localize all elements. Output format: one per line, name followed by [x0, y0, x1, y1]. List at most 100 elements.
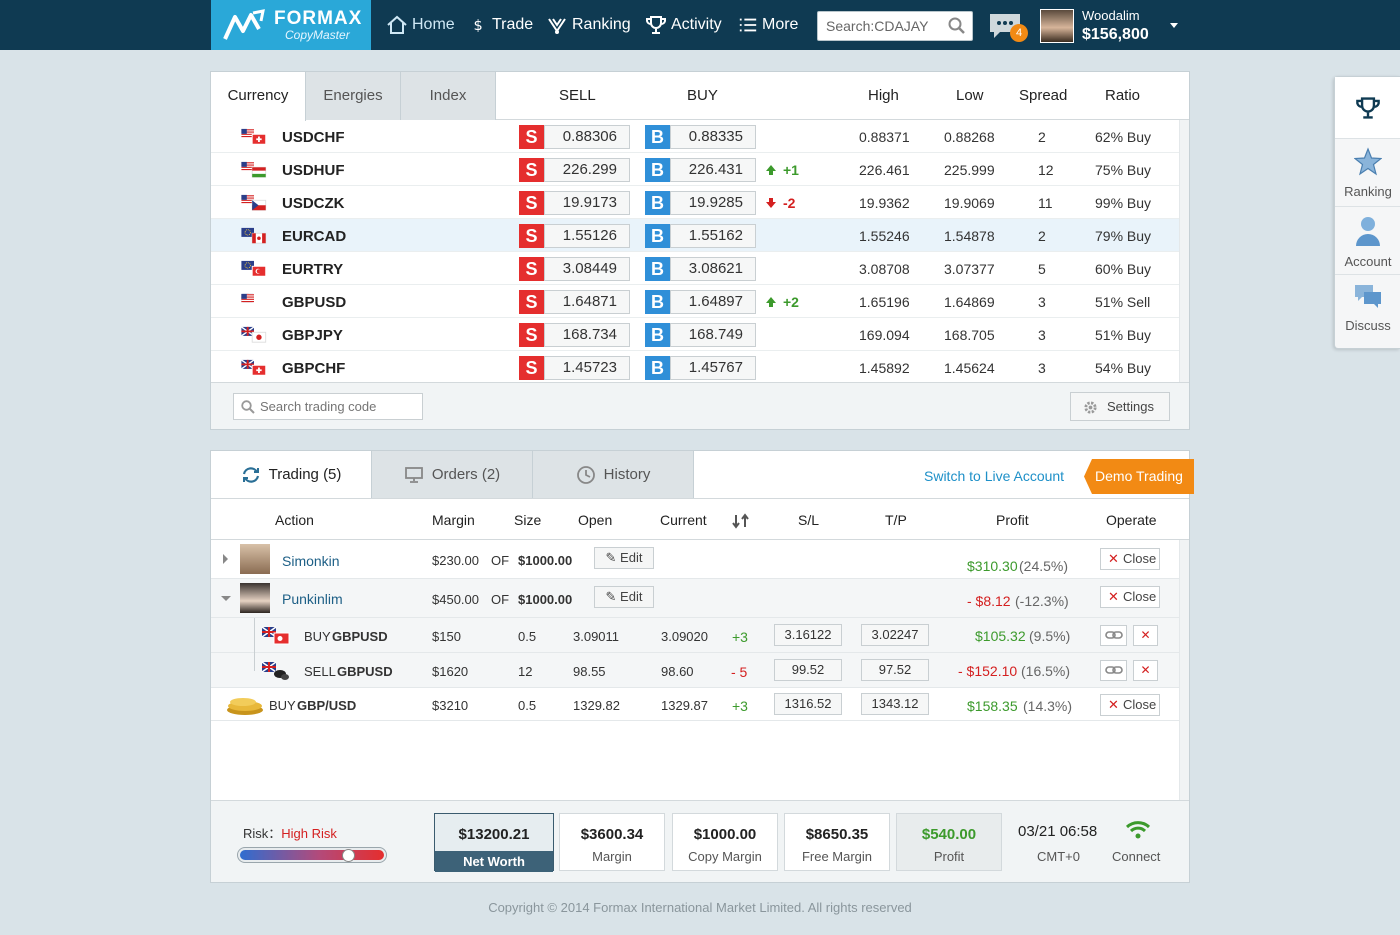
buy-price[interactable]: 3.08621: [670, 257, 756, 281]
take-profit-field[interactable]: 3.02247: [861, 624, 929, 646]
symbol[interactable]: USDCHF: [282, 129, 345, 146]
sell-button[interactable]: S: [519, 257, 544, 281]
nav-activity[interactable]: Activity: [645, 0, 722, 50]
sell-button[interactable]: S: [519, 224, 544, 248]
tab-index[interactable]: Index: [401, 72, 496, 120]
switch-live-account-link[interactable]: Switch to Live Account: [924, 468, 1064, 484]
sell-price[interactable]: 0.88306: [544, 125, 630, 149]
tab-history[interactable]: History: [533, 451, 694, 498]
symbol[interactable]: GBPJPY: [282, 327, 343, 344]
buy-price[interactable]: 0.88335: [670, 125, 756, 149]
global-search-input[interactable]: [818, 12, 938, 40]
stop-loss-field[interactable]: 99.52: [774, 659, 842, 681]
sell-price[interactable]: 19.9173: [544, 191, 630, 215]
sell-price[interactable]: 1.64871: [544, 290, 630, 314]
quote-row-usdchf[interactable]: USDCHF S 0.88306 B 0.88335 0.88371 0.88268 2 62%…: [211, 120, 1179, 153]
dock-ranking[interactable]: Ranking: [1335, 139, 1400, 207]
quote-row-gbpjpy[interactable]: GBPJPY S 168.734 B 168.749 169.094 168.705 3 51%…: [211, 318, 1179, 351]
trader-name[interactable]: Simonkin: [282, 553, 340, 569]
sell-button[interactable]: S: [519, 158, 544, 182]
link-button[interactable]: [1100, 625, 1127, 646]
trading-code-input[interactable]: [260, 394, 420, 419]
quote-row-gbpusd[interactable]: GBPUSD S 1.64871 B 1.64897 +2 1.65196 1.64869 3 5…: [211, 285, 1179, 318]
buy-price[interactable]: 1.55162: [670, 224, 756, 248]
buy-price[interactable]: 19.9285: [670, 191, 756, 215]
buy-price[interactable]: 168.749: [670, 323, 756, 347]
sell-price[interactable]: 1.55126: [544, 224, 630, 248]
symbol[interactable]: GBPCHF: [282, 360, 345, 377]
expand-arrow-icon[interactable]: [223, 554, 228, 564]
own-trade-row[interactable]: BUY GBP/USD $3210 0.5 1329.82 1329.87 +3…: [211, 688, 1179, 721]
risk-slider-handle[interactable]: [342, 849, 356, 862]
sell-button[interactable]: S: [519, 290, 544, 314]
collapse-arrow-icon[interactable]: [221, 596, 231, 601]
risk-slider[interactable]: [237, 847, 387, 863]
symbol[interactable]: EURCAD: [282, 228, 346, 245]
buy-price[interactable]: 1.45767: [670, 356, 756, 380]
close-button[interactable]: Close: [1100, 694, 1160, 716]
symbol[interactable]: USDHUF: [282, 162, 345, 179]
link-button[interactable]: [1100, 660, 1127, 681]
tab-energies[interactable]: Energies: [306, 72, 401, 120]
sell-button[interactable]: S: [519, 323, 544, 347]
buy-button[interactable]: B: [645, 125, 670, 149]
edit-button[interactable]: ✎ Edit: [594, 586, 654, 608]
quote-scrollbar[interactable]: [1179, 120, 1189, 382]
buy-button[interactable]: B: [645, 356, 670, 380]
sell-button[interactable]: S: [519, 356, 544, 380]
trader-name[interactable]: Punkinlim: [282, 591, 343, 607]
sell-price[interactable]: 1.45723: [544, 356, 630, 380]
close-position-button[interactable]: ✕: [1133, 625, 1158, 646]
stop-loss-field[interactable]: 3.16122: [774, 624, 842, 646]
quote-row-gbpchf[interactable]: GBPCHF S 1.45723 B 1.45767 1.45892 1.45624 3 54%…: [211, 351, 1179, 384]
tab-trading[interactable]: Trading (5): [211, 451, 372, 498]
dock-account[interactable]: Account: [1335, 207, 1400, 275]
buy-button[interactable]: B: [645, 158, 670, 182]
symbol[interactable]: GBPUSD: [282, 294, 346, 311]
quote-row-usdhuf[interactable]: USDHUF S 226.299 B 226.431 +1 226.461 225.999 12…: [211, 153, 1179, 186]
nav-home[interactable]: Home: [386, 0, 455, 50]
take-profit-field[interactable]: 97.52: [861, 659, 929, 681]
sell-button[interactable]: S: [519, 191, 544, 215]
take-profit-field[interactable]: 1343.12: [861, 693, 929, 715]
buy-button[interactable]: B: [645, 224, 670, 248]
nav-ranking[interactable]: Ranking: [546, 0, 631, 50]
logo[interactable]: FORMAX CopyMaster: [211, 0, 371, 50]
tab-orders[interactable]: Orders (2): [372, 451, 533, 498]
symbol[interactable]: USDCZK: [282, 195, 345, 212]
demo-trading-button[interactable]: Demo Trading: [1084, 459, 1194, 494]
nav-trade[interactable]: $ Trade: [472, 0, 533, 50]
settings-button[interactable]: Settings: [1070, 392, 1170, 421]
close-position-button[interactable]: ✕: [1133, 660, 1158, 681]
position-row[interactable]: BUY GBPUSD $150 0.5 3.09011 3.09020 +3 3…: [211, 618, 1179, 653]
position-row[interactable]: SELL GBPUSD $1620 12 98.55 98.60 - 5 99.…: [211, 653, 1179, 688]
sell-price[interactable]: 3.08449: [544, 257, 630, 281]
buy-price[interactable]: 226.431: [670, 158, 756, 182]
tab-currency[interactable]: Currency: [211, 72, 306, 121]
buy-button[interactable]: B: [645, 290, 670, 314]
search-icon[interactable]: [948, 17, 966, 35]
buy-button[interactable]: B: [645, 191, 670, 215]
user-avatar[interactable]: [1040, 9, 1074, 43]
sell-button[interactable]: S: [519, 125, 544, 149]
symbol[interactable]: EURTRY: [282, 261, 343, 278]
quote-row-eurtry[interactable]: EURTRY S 3.08449 B 3.08621 3.08708 3.07377 5 60%…: [211, 252, 1179, 285]
connect-label[interactable]: Connect: [1112, 849, 1160, 864]
trading-code-search[interactable]: [233, 393, 423, 420]
close-button[interactable]: Close: [1100, 586, 1160, 608]
sell-price[interactable]: 168.734: [544, 323, 630, 347]
trader-row-simonkin[interactable]: Simonkin $230.00 OF $1000.00 ✎ Edit $310…: [211, 540, 1179, 579]
quote-row-eurcad[interactable]: EURCAD S 1.55126 B 1.55162 1.55246 1.54878 2 79%…: [211, 219, 1179, 252]
stop-loss-field[interactable]: 1316.52: [774, 693, 842, 715]
dock-discuss[interactable]: Discuss: [1335, 275, 1400, 343]
trade-scrollbar[interactable]: [1179, 540, 1189, 800]
buy-price[interactable]: 1.64897: [670, 290, 756, 314]
global-search[interactable]: [817, 11, 973, 41]
dock-trophy[interactable]: [1335, 77, 1400, 139]
sell-price[interactable]: 226.299: [544, 158, 630, 182]
user-menu-caret-icon[interactable]: [1170, 23, 1178, 28]
sort-arrows-icon[interactable]: [731, 513, 751, 529]
quote-row-usdczk[interactable]: USDCZK S 19.9173 B 19.9285 -2 19.9362 19.9069 11…: [211, 186, 1179, 219]
trader-row-punkinlim[interactable]: Punkinlim $450.00 OF $1000.00 ✎ Edit - $…: [211, 579, 1179, 618]
nav-more[interactable]: More: [738, 0, 798, 50]
